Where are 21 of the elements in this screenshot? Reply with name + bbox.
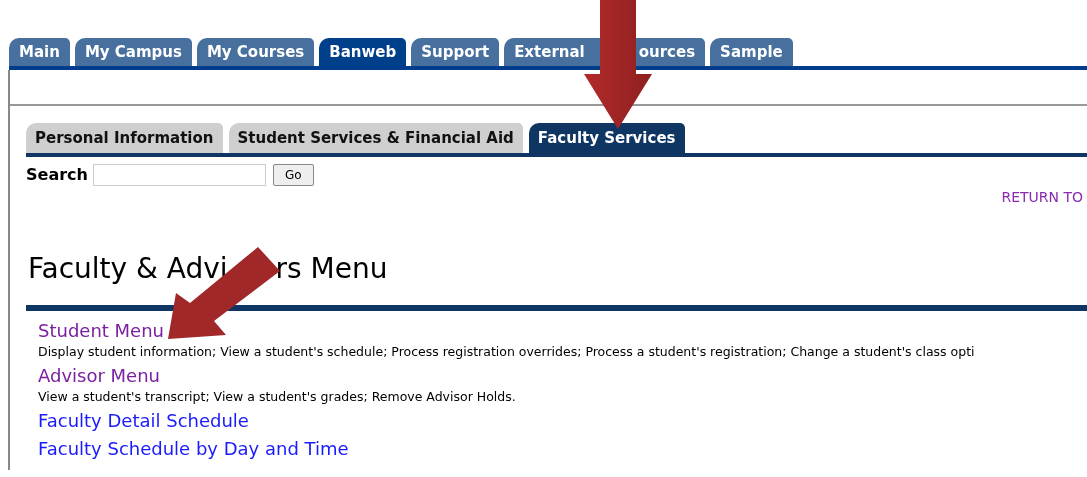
nav-tab[interactable]: My Campus bbox=[74, 38, 192, 66]
menu-description: View a student's transcript; View a student's grades; Remove Advisor Holds. bbox=[38, 388, 516, 405]
search-label: Search bbox=[26, 164, 88, 186]
section-tab[interactable]: Student Services & Financial Aid bbox=[228, 123, 523, 153]
section-tab[interactable]: Personal Information bbox=[26, 123, 223, 153]
nav-tab[interactable]: My Courses bbox=[196, 38, 315, 66]
menu-link[interactable]: Student Menu bbox=[38, 319, 164, 343]
menu-link[interactable]: Advisor Menu bbox=[38, 364, 160, 388]
nav-tab[interactable]: Support bbox=[411, 38, 500, 66]
return-link[interactable]: RETURN TO bbox=[1001, 187, 1083, 208]
nav-tab[interactable]: Sample bbox=[710, 38, 793, 66]
menu-link[interactable]: Faculty Detail Schedule bbox=[38, 409, 249, 433]
menu-link[interactable]: Faculty Schedule by Day and Time bbox=[38, 437, 349, 461]
menu-description: Display student information; View a student's schedule; Process registration overrides; Process a student's registration; Change a student's class opti bbox=[38, 343, 975, 360]
nav-tab[interactable]: Banweb bbox=[319, 38, 407, 66]
page-heading: rs Menu bbox=[275, 251, 388, 287]
section-tab[interactable]: Faculty Services bbox=[528, 123, 685, 153]
nav-tab[interactable]: Main bbox=[9, 38, 70, 66]
page-heading: Faculty & Advi bbox=[28, 251, 228, 287]
search-field[interactable] bbox=[92, 164, 266, 186]
go-button[interactable]: Go bbox=[272, 164, 314, 186]
